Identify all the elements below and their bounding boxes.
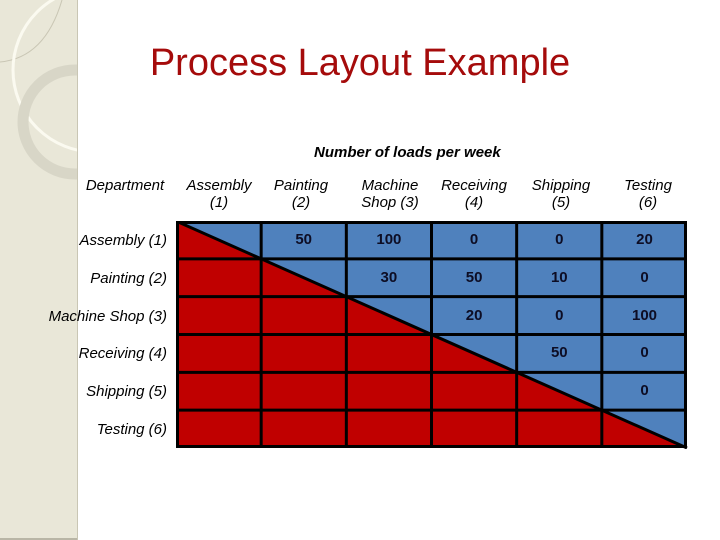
column-header-line2: (2) xyxy=(291,194,311,211)
from-to-matrix xyxy=(176,221,688,449)
row-label: Shipping (5) xyxy=(86,383,167,401)
cell-value: 100 xyxy=(376,231,402,248)
column-header-line1: Shipping xyxy=(531,177,591,194)
slide-title: Process Layout Example xyxy=(0,42,720,85)
column-header-line1: Receiving xyxy=(441,177,507,194)
cell-value: 0 xyxy=(640,268,649,286)
column-header-line2: (4) xyxy=(464,194,484,211)
column-header-line1: Painting xyxy=(273,177,329,194)
row-label: Painting (2) xyxy=(90,269,167,287)
cell-value: 0 xyxy=(469,231,479,248)
cell-value: 0 xyxy=(640,382,649,400)
column-header: Painting (2) xyxy=(251,177,351,211)
row-label: Receiving (4) xyxy=(78,345,167,363)
cell-value: 20 xyxy=(465,306,483,324)
column-header-line2: (6) xyxy=(638,194,658,211)
cell-value: 50 xyxy=(295,231,313,248)
cell-value: 20 xyxy=(636,231,653,248)
cell-value: 0 xyxy=(555,306,564,324)
cell-value: 0 xyxy=(640,344,649,362)
cell-value: 10 xyxy=(550,268,568,286)
column-header-line2: (5) xyxy=(551,194,571,211)
table-subtitle: Number of loads per week xyxy=(314,144,501,161)
column-header-line1: Testing xyxy=(624,177,672,194)
cell-value: 50 xyxy=(465,268,483,286)
row-label: Assembly (1) xyxy=(79,232,167,249)
slide-title-text: Process Layout Example xyxy=(149,42,571,84)
cell-value: 30 xyxy=(380,268,398,286)
row-label: Machine Shop (3) xyxy=(48,307,167,325)
cell-value: 100 xyxy=(631,306,658,324)
corner-label-text: Department xyxy=(85,177,165,194)
corner-label: Department xyxy=(80,177,170,194)
row-label: Testing (6) xyxy=(96,421,167,438)
cell-value: 50 xyxy=(550,344,568,362)
column-header: Receiving (4) xyxy=(424,177,524,211)
cell-value: 0 xyxy=(555,231,564,248)
column-header: Shipping (5) xyxy=(511,177,611,211)
column-header: Testing (6) xyxy=(598,177,698,211)
